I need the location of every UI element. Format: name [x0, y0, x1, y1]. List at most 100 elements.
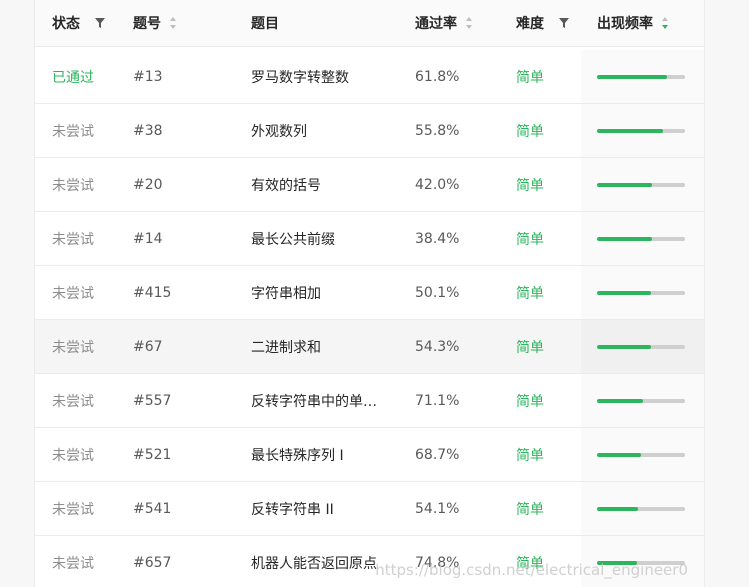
problem-id: #541 [133, 500, 172, 517]
frequency-cell [581, 158, 704, 211]
problem-id: #14 [133, 230, 163, 247]
table-row[interactable]: 未尝试 #415 字符串相加 50.1% 简单 [35, 266, 704, 320]
difficulty-label: 简单 [516, 501, 544, 518]
column-header-status[interactable]: 状态 [52, 0, 106, 46]
status-text: 未尝试 [52, 501, 94, 518]
problem-id: #20 [133, 176, 163, 193]
frequency-bar-track [597, 236, 685, 241]
difficulty-label: 简单 [516, 177, 544, 194]
acceptance-rate: 68.7% [415, 446, 460, 463]
difficulty-label: 简单 [516, 285, 544, 302]
column-header-label: 通过率 [415, 16, 457, 32]
frequency-bar-fill [597, 290, 651, 295]
filter-icon[interactable] [94, 17, 106, 29]
sort-icon[interactable] [465, 16, 473, 30]
difficulty-label: 简单 [516, 339, 544, 356]
problem-title-link[interactable]: 罗马数字转整数 [251, 50, 349, 103]
frequency-cell [581, 428, 704, 481]
frequency-cell [581, 374, 704, 427]
problem-title-link[interactable]: 最长特殊序列 Ⅰ [251, 428, 344, 481]
frequency-bar-track [597, 344, 685, 349]
watermark: https://blog.csdn.net/electrical_enginee… [375, 561, 688, 579]
problem-title-link[interactable]: 机器人能否返回原点 [251, 536, 377, 587]
status-text: 已通过 [52, 69, 94, 86]
difficulty-label: 简单 [516, 231, 544, 248]
table-header: 状态 题号 题目 通过率 难度 出现频率 [35, 0, 704, 47]
status-text: 未尝试 [52, 555, 94, 572]
problem-id: #13 [133, 68, 163, 85]
problem-id: #415 [133, 284, 172, 301]
table-row[interactable]: 未尝试 #38 外观数列 55.8% 简单 [35, 104, 704, 158]
frequency-bar-fill [597, 236, 653, 241]
table-row[interactable]: 未尝试 #541 反转字符串 II 54.1% 简单 [35, 482, 704, 536]
frequency-bar-track [597, 290, 685, 295]
status-text: 未尝试 [52, 123, 94, 140]
frequency-bar-track [597, 128, 685, 133]
table-row[interactable]: 未尝试 #14 最长公共前缀 38.4% 简单 [35, 212, 704, 266]
table-row[interactable]: 已通过 #13 罗马数字转整数 61.8% 简单 [35, 50, 704, 104]
sort-icon[interactable] [169, 16, 177, 30]
frequency-bar-fill [597, 344, 651, 349]
sort-desc-icon[interactable] [661, 16, 669, 30]
difficulty-label: 简单 [516, 447, 544, 464]
difficulty-label: 简单 [516, 393, 544, 410]
problem-id: #657 [133, 554, 172, 571]
filter-icon[interactable] [558, 17, 570, 29]
problem-title-link[interactable]: 外观数列 [251, 104, 307, 157]
difficulty-label: 简单 [516, 123, 544, 140]
frequency-bar-track [597, 398, 685, 403]
status-text: 未尝试 [52, 393, 94, 410]
frequency-cell [581, 50, 704, 103]
column-header-id[interactable]: 题号 [133, 0, 177, 46]
acceptance-rate: 71.1% [415, 392, 460, 409]
frequency-bar-fill [597, 398, 643, 403]
frequency-cell [581, 482, 704, 535]
frequency-bar-track [597, 182, 685, 187]
status-text: 未尝试 [52, 447, 94, 464]
column-header-label: 状态 [52, 16, 80, 32]
column-header-title: 题目 [251, 0, 279, 46]
acceptance-rate: 42.0% [415, 176, 460, 193]
problem-table: 状态 题号 题目 通过率 难度 出现频率 已通过 #13 罗马数字转整数 61.… [34, 0, 705, 587]
difficulty-label: 简单 [516, 69, 544, 86]
frequency-bar-fill [597, 74, 668, 79]
problem-title-link[interactable]: 有效的括号 [251, 158, 321, 211]
problem-id: #557 [133, 392, 172, 409]
acceptance-rate: 55.8% [415, 122, 460, 139]
problem-id: #521 [133, 446, 172, 463]
problem-title-link[interactable]: 二进制求和 [251, 320, 321, 373]
table-row[interactable]: 未尝试 #20 有效的括号 42.0% 简单 [35, 158, 704, 212]
frequency-cell [581, 320, 704, 373]
frequency-bar-fill [597, 128, 663, 133]
frequency-cell [581, 266, 704, 319]
problem-title-link[interactable]: 反转字符串 II [251, 482, 334, 535]
problem-title-link[interactable]: 反转字符串中的单… [251, 374, 377, 427]
problem-id: #67 [133, 338, 163, 355]
table-row[interactable]: 未尝试 #557 反转字符串中的单… 71.1% 简单 [35, 374, 704, 428]
frequency-bar-track [597, 506, 685, 511]
table-row[interactable]: 未尝试 #67 二进制求和 54.3% 简单 [35, 320, 704, 374]
column-header-label: 题号 [133, 16, 161, 32]
column-header-label: 题目 [251, 16, 279, 32]
problem-title-link[interactable]: 最长公共前缀 [251, 212, 335, 265]
acceptance-rate: 38.4% [415, 230, 460, 247]
status-text: 未尝试 [52, 339, 94, 356]
frequency-bar-fill [597, 452, 641, 457]
acceptance-rate: 61.8% [415, 68, 460, 85]
status-text: 未尝试 [52, 285, 94, 302]
acceptance-rate: 54.1% [415, 500, 460, 517]
table-row[interactable]: 未尝试 #521 最长特殊序列 Ⅰ 68.7% 简单 [35, 428, 704, 482]
column-header-rate[interactable]: 通过率 [415, 0, 473, 46]
status-text: 未尝试 [52, 231, 94, 248]
acceptance-rate: 54.3% [415, 338, 460, 355]
column-header-frequency[interactable]: 出现频率 [581, 0, 704, 46]
problem-title-link[interactable]: 字符串相加 [251, 266, 321, 319]
frequency-cell [581, 104, 704, 157]
acceptance-rate: 50.1% [415, 284, 460, 301]
problem-id: #38 [133, 122, 163, 139]
column-header-label: 难度 [516, 16, 544, 32]
status-text: 未尝试 [52, 177, 94, 194]
frequency-bar-track [597, 74, 685, 79]
frequency-bar-fill [597, 506, 639, 511]
column-header-difficulty[interactable]: 难度 [516, 0, 570, 46]
